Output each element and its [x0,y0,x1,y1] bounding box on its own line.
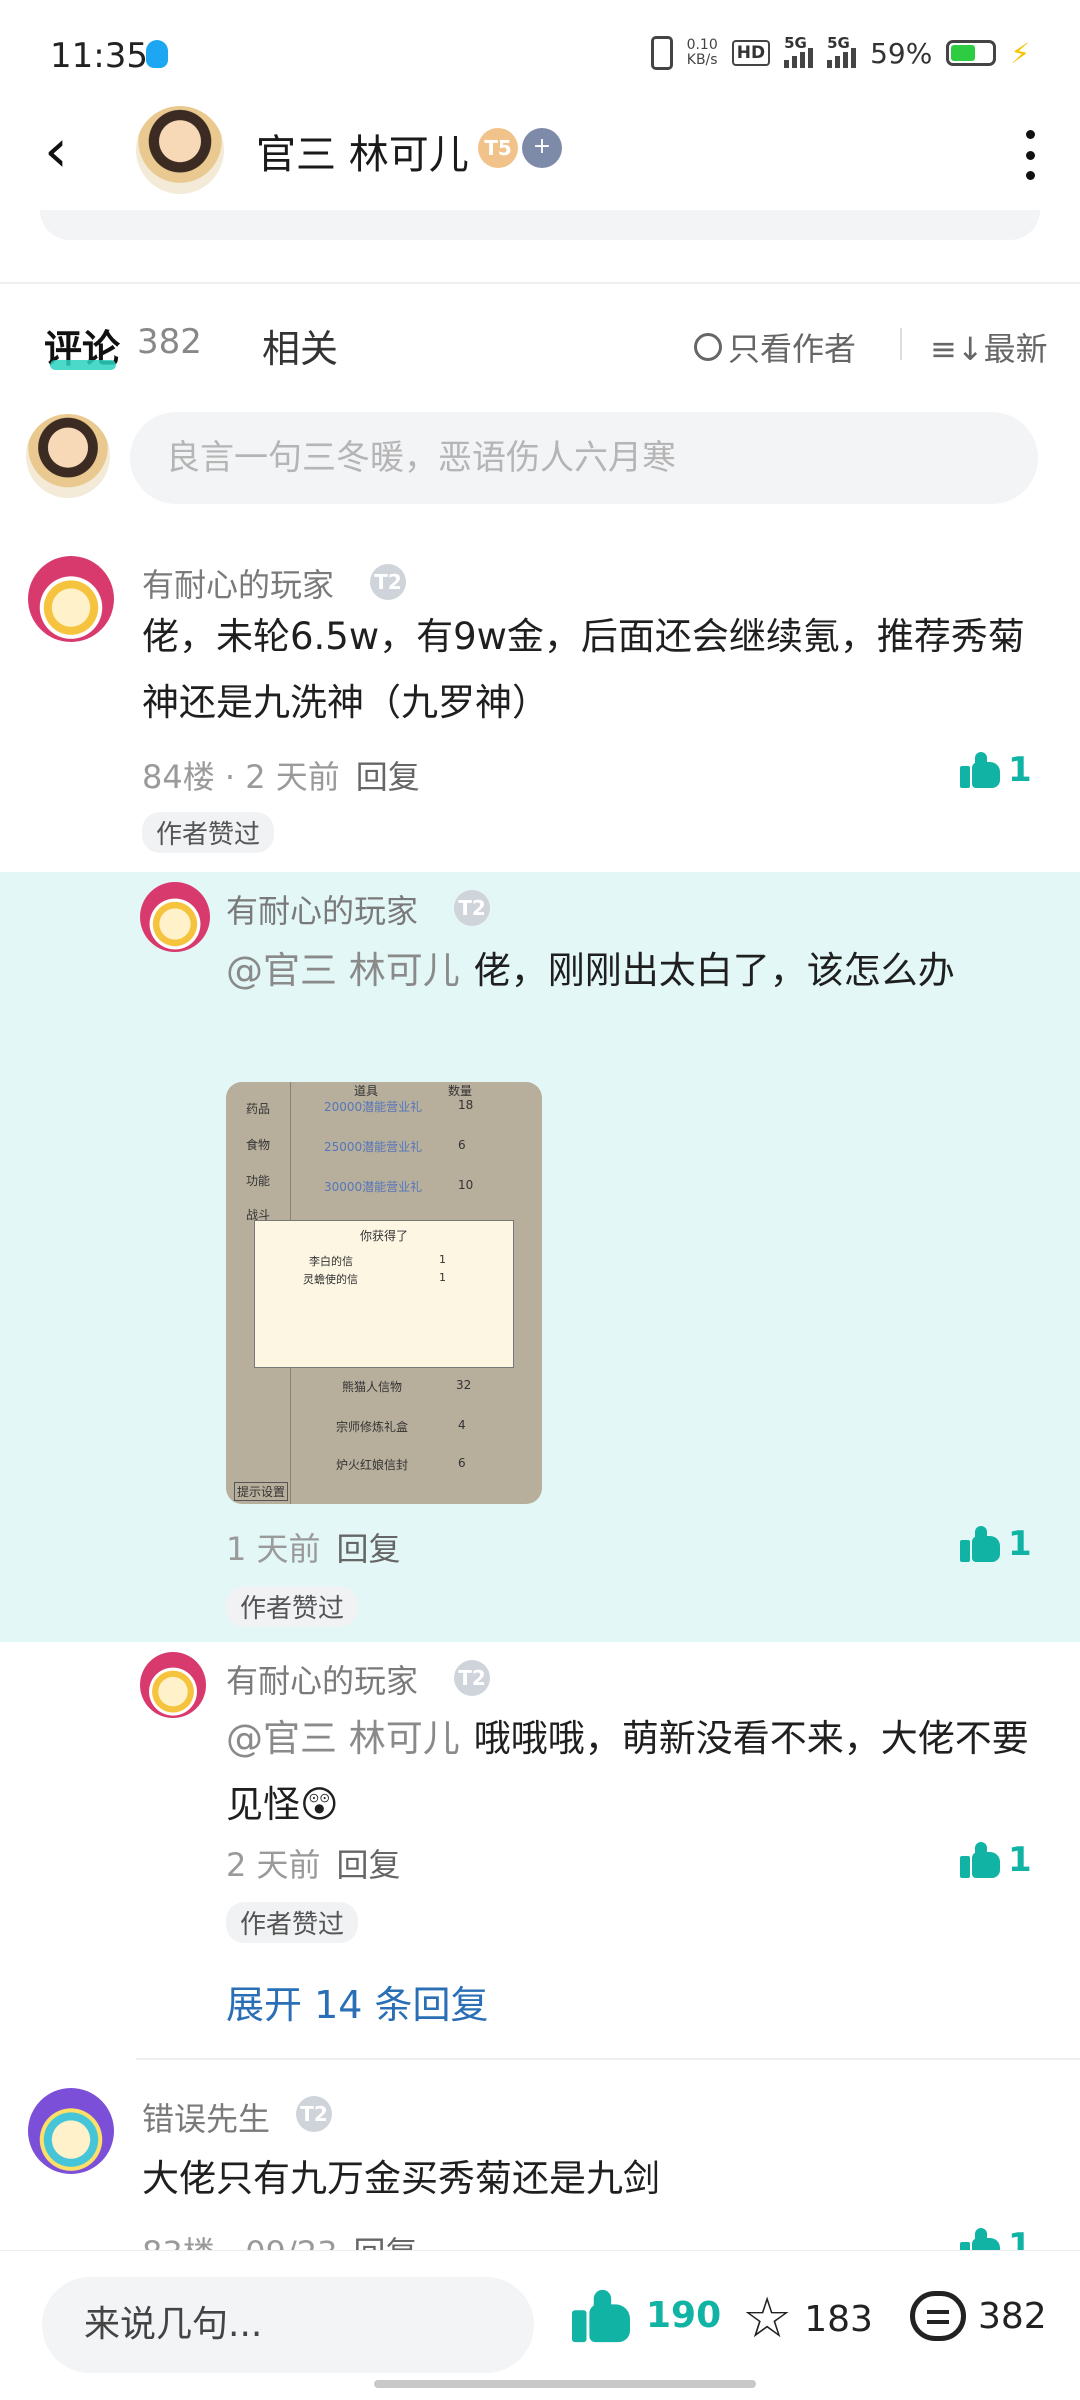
reply-text: @官三 林可儿 佬，刚刚出太白了，该怎么办 [226,949,955,992]
image-text: 6 [458,1456,466,1470]
reply-meta: 2 天前 回复 [226,1846,401,1884]
comment-username[interactable]: 有耐心的玩家 [142,560,334,606]
comment-text: 大佬只有九万金买秀菊还是九剑 [142,2157,660,2200]
vibrate-icon [650,36,673,70]
status-icons: 0.10 KB/s HD 5G 5G 59% ⚡ [650,34,1030,70]
reply-text: @官三 林可儿 哦哦哦，萌新没看不来，大佬不要见怪😲 [226,1717,1029,1826]
image-text: 宗师修炼礼盒 [336,1420,409,1434]
image-dialog: 你获得了 李白的信 1 灵蟾使的信 1 [254,1220,514,1368]
my-avatar [26,414,110,498]
image-text: 药品 [246,1102,271,1116]
image-text: 数量 [448,1084,473,1098]
status-bar: 11:35 0.10 KB/s HD 5G 5G 59% ⚡ [0,0,1080,110]
comment-input[interactable] [130,412,1038,504]
reply-button[interactable]: 回复 [356,758,420,796]
image-text: 18 [458,1098,474,1112]
like-button[interactable]: 1 [960,1840,1032,1880]
image-text: 熊猫人信物 [342,1380,403,1394]
author-liked-badge: 作者赞过 [226,1586,359,1627]
image-text: 提示设置 [234,1482,289,1501]
image-text: 32 [456,1378,472,1392]
image-text: 30000潜能营业礼 [324,1180,423,1194]
back-button[interactable]: ‹ [44,121,94,182]
follow-icon[interactable]: + [522,128,562,168]
image-text: 道具 [354,1084,379,1098]
image-text: 食物 [246,1138,271,1152]
thumbs-up-icon [572,2289,630,2342]
page-title[interactable]: 官三 林可儿 [256,122,469,180]
star-icon: ☆ [742,2286,793,2351]
qq-icon [146,40,168,68]
expand-replies-link[interactable]: 展开 14 条回复 [226,1974,489,2029]
comment-meta: 84楼 · 2 天前 回复 [142,758,420,796]
author-liked-badge: 作者赞过 [226,1902,359,1943]
reply-username[interactable]: 有耐心的玩家 [226,886,418,932]
level-badge: T5 [478,128,518,168]
more-options-button[interactable] [1020,130,1040,180]
avatar[interactable] [140,882,210,952]
comments-count: 382 [137,322,202,362]
comment-text: 佬，未轮6.5w，有9w金，后面还会继续氪，推荐秀菊神还是九洗神（九罗神） [142,615,1025,724]
reply-button[interactable]: 回复 [337,1530,401,1568]
thumbs-up-icon [960,752,1000,788]
sort-latest-button[interactable]: ≡↓最新 [930,324,1048,370]
reply-meta: 1 天前 回复 [226,1530,401,1568]
avatar[interactable] [140,1652,206,1718]
thumbs-up-icon [960,1526,1000,1562]
image-text: 4 [458,1418,466,1432]
post-header: ‹ 官三 林可儿 T5 + [0,100,1080,210]
author-liked-badge: 作者赞过 [142,812,275,853]
level-badge: T2 [454,1660,490,1696]
favorite-button[interactable]: ☆ 183 [742,2291,873,2347]
image-text: 炉火红娘信封 [336,1458,409,1472]
like-button[interactable]: 1 [960,1524,1032,1564]
avatar[interactable] [28,2088,114,2174]
battery-percent: 59% [870,36,933,70]
reply-button[interactable]: 回复 [337,1846,401,1884]
image-text: 功能 [246,1174,271,1188]
avatar[interactable] [28,556,114,642]
battery-fill [951,45,975,61]
level-badge: T2 [454,890,490,926]
level-badge: T2 [296,2096,332,2132]
divider [900,328,902,360]
bottom-comment-input[interactable]: 来说几句... [42,2277,534,2373]
image-text: 10 [458,1178,474,1192]
image-text: 25000潜能营业礼 [324,1140,423,1154]
signal-icon-2: 5G [827,34,857,68]
reply-image[interactable]: 道具 数量 药品 食物 功能 战斗 20000潜能营业礼 18 25000潜能营… [226,1082,542,1504]
divider [136,2058,1080,2060]
radio-circle-icon [694,333,722,361]
mention-link[interactable]: @官三 林可儿 [226,1717,460,1760]
comment-bubble-icon [910,2291,966,2341]
level-badge: T2 [370,564,406,600]
thumbs-up-icon [960,1842,1000,1878]
image-text: 20000潜能营业礼 [324,1100,423,1114]
author-avatar[interactable] [136,106,224,194]
charging-icon: ⚡ [1010,36,1030,70]
only-author-toggle[interactable]: 只看作者 [694,324,856,370]
mention-link[interactable]: @官三 林可儿 [226,949,460,992]
signal-icon: 5G [784,34,814,68]
tab-related[interactable]: 相关 [262,318,338,373]
image-text: 6 [458,1138,466,1152]
net-speed: 0.10 KB/s [686,37,718,68]
divider [0,282,1080,284]
status-time: 11:35 [50,36,148,76]
bottom-action-bar: 来说几句... 190 ☆ 183 382 [0,2250,1080,2400]
comment-username[interactable]: 错误先生 [142,2094,270,2140]
tab-active-indicator [50,360,116,370]
like-button[interactable]: 1 [960,750,1032,790]
reply-username[interactable]: 有耐心的玩家 [226,1656,418,1702]
hd-icon: HD [731,40,771,66]
post-like-button[interactable]: 190 [572,2289,721,2342]
home-indicator[interactable] [374,2380,756,2388]
battery-icon [946,40,997,66]
comments-button[interactable]: 382 [910,2291,1047,2341]
